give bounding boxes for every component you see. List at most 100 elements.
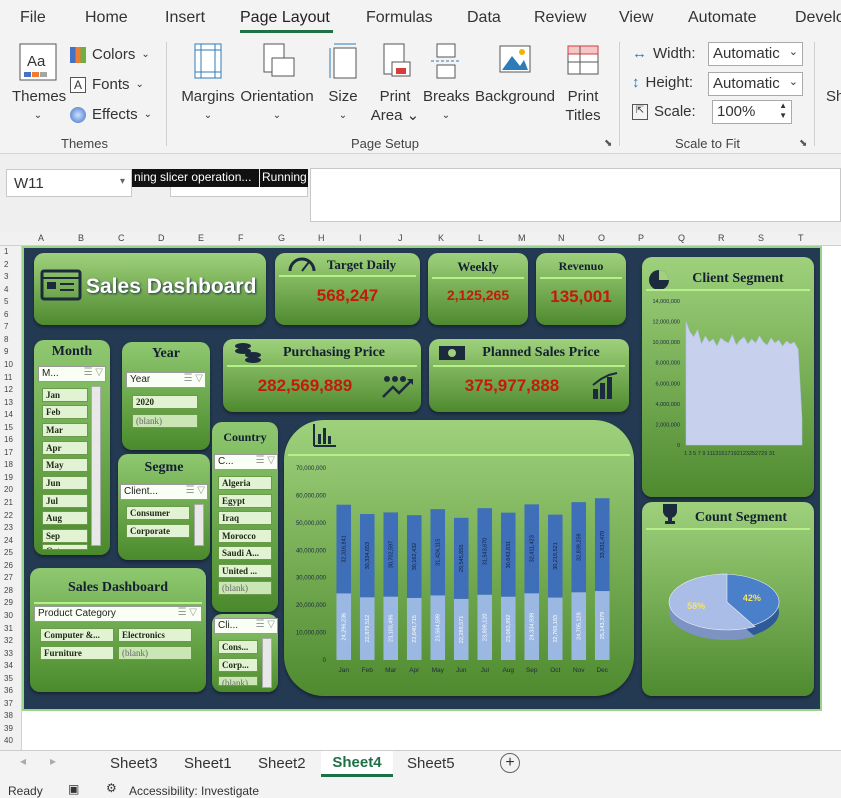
row-header[interactable]: 10 [4,360,13,369]
row-header[interactable]: 38 [4,711,13,720]
row-header[interactable]: 9 [4,347,8,356]
category-item[interactable]: Furniture [40,646,114,660]
column-header[interactable]: G [278,233,285,243]
tab-automate[interactable]: Automate [688,9,756,27]
row-header[interactable]: 35 [4,674,13,683]
row-header[interactable]: 18 [4,460,13,469]
month-item[interactable]: Aug [42,511,88,525]
month-item[interactable]: Jul [42,494,88,508]
column-header[interactable]: J [398,233,403,243]
filter-clear-icon[interactable]: ☰ ▽ [178,607,197,618]
row-header[interactable]: 22 [4,511,13,520]
tab-home[interactable]: Home [85,9,128,27]
row-header[interactable]: 30 [4,611,13,620]
row-header[interactable]: 40 [4,736,13,745]
tab-formulas[interactable]: Formulas [366,9,433,27]
country-item[interactable]: (blank) [218,581,272,595]
client-item[interactable]: Cons... [218,640,258,654]
formula-input[interactable] [310,168,841,222]
country-item[interactable]: Saudi A... [218,546,272,560]
month-item[interactable]: Feb [42,405,88,419]
country-item[interactable]: Morocco [218,529,272,543]
segment-filter-header[interactable]: Client... ☰ ▽ [120,484,208,500]
country-filter-header[interactable]: C... ☰ ▽ [214,454,278,470]
row-header[interactable]: 1 [4,247,8,256]
column-header[interactable]: P [638,233,644,243]
row-header[interactable]: 3 [4,272,8,281]
name-box[interactable]: W11 ▾ [6,169,132,197]
row-header[interactable]: 5 [4,297,8,306]
tab-developer[interactable]: Develo [795,9,841,27]
add-sheet-icon[interactable]: + [500,753,520,773]
active-sheet-tab[interactable]: Sheet4 [321,751,393,777]
year-filter-header[interactable]: Year ☰ ▽ [126,372,206,388]
sheet-tab[interactable]: Sheet1 [184,755,232,772]
size-button[interactable]: Size ⌄ [323,42,363,125]
column-header[interactable]: S [758,233,764,243]
category-item[interactable]: (blank) [118,646,192,660]
row-header[interactable]: 16 [4,435,13,444]
row-header[interactable]: 4 [4,285,8,294]
segment-item[interactable]: Consumer [126,506,190,520]
filter-clear-icon[interactable]: ☰ ▽ [186,485,205,496]
scroll-left-icon[interactable]: ◂ [20,754,26,768]
category-filter-header[interactable]: Product Category ☰ ▽ [34,606,202,622]
row-header[interactable]: 28 [4,586,13,595]
month-item[interactable]: Oct [42,544,88,550]
row-header[interactable]: 27 [4,573,13,582]
themes-button[interactable]: Aa Themes ⌄ [12,42,66,125]
height-select[interactable]: Automatic ⌄ [708,72,803,96]
breaks-button[interactable]: Breaks ⌄ [423,42,470,125]
row-header[interactable]: 31 [4,624,13,633]
client-filter-header[interactable]: Cli... ☰ ▽ [214,618,278,634]
column-header[interactable]: A [38,233,44,243]
row-header[interactable]: 14 [4,410,13,419]
column-header[interactable]: M [518,233,526,243]
margins-button[interactable]: Margins ⌄ [178,42,238,125]
tab-data[interactable]: Data [467,9,501,27]
column-header[interactable]: H [318,233,325,243]
sheet-tab[interactable]: Sheet5 [407,755,455,772]
year-item[interactable]: (blank) [132,414,198,428]
sheet-options-cut-off[interactable]: Sh [826,88,841,105]
category-item[interactable]: Computer &... [40,628,114,642]
print-area-button[interactable]: Print Area ⌄ [370,42,420,125]
column-header[interactable]: Q [678,233,685,243]
tab-review[interactable]: Review [534,9,586,27]
segment-item[interactable]: Corporate [126,524,190,538]
column-header[interactable]: R [718,233,725,243]
row-header[interactable]: 2 [4,260,8,269]
row-header[interactable]: 7 [4,322,8,331]
row-header[interactable]: 11 [4,373,12,382]
row-header[interactable]: 25 [4,548,13,557]
country-item[interactable]: Iraq [218,511,272,525]
month-item[interactable]: Sep [42,529,88,543]
country-item[interactable]: Algeria [218,476,272,490]
orientation-button[interactable]: Orientation ⌄ [239,42,315,125]
country-item[interactable]: Egypt [218,494,272,508]
row-header[interactable]: 12 [4,385,13,394]
column-header[interactable]: N [558,233,565,243]
month-item[interactable]: Jan [42,388,88,402]
background-button[interactable]: Background [474,42,556,106]
row-header[interactable]: 17 [4,448,13,457]
column-header[interactable]: D [158,233,165,243]
accessibility-status[interactable]: Accessibility: Investigate [129,784,259,798]
spinner-arrows-icon[interactable]: ▲ ▼ [779,101,787,121]
category-item[interactable]: Electronics [118,628,192,642]
row-header[interactable]: 37 [4,699,13,708]
row-header[interactable]: 36 [4,686,13,695]
width-select[interactable]: Automatic ⌄ [708,42,803,66]
tab-view[interactable]: View [619,9,653,27]
column-header[interactable]: F [238,233,244,243]
row-header[interactable]: 34 [4,661,13,670]
client-item[interactable]: Corp... [218,658,258,672]
client-item[interactable]: (blank) [218,676,258,686]
month-item[interactable]: Apr [42,441,88,455]
row-header[interactable]: 8 [4,335,8,344]
dialog-launcher-icon[interactable]: ⬊ [604,138,612,149]
row-header[interactable]: 33 [4,649,13,658]
country-item[interactable]: United ... [218,564,272,578]
column-header[interactable]: C [118,233,125,243]
print-titles-button[interactable]: Print Titles [560,42,606,125]
